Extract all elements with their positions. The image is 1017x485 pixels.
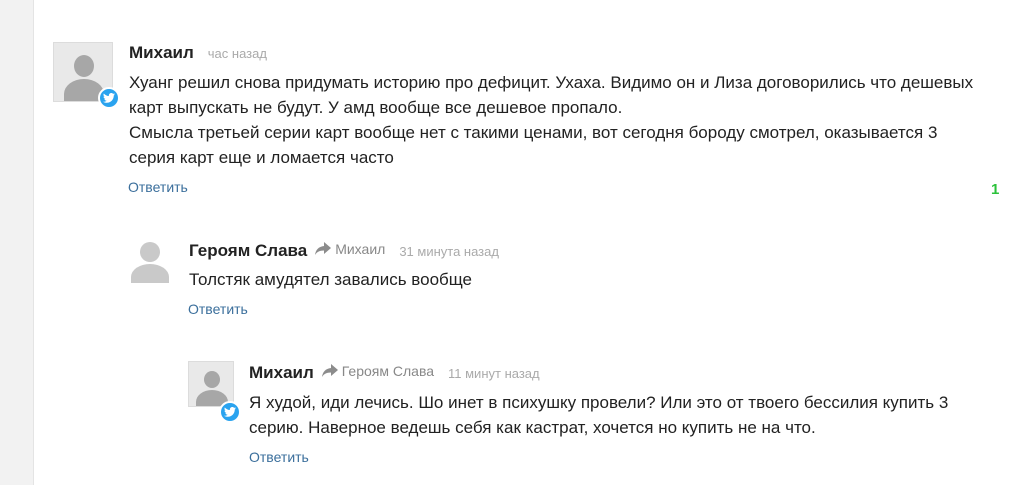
comment-meta: Михаил час назад [129,43,267,63]
reply-to-name: Михаил [335,241,386,257]
timestamp[interactable]: час назад [208,46,267,61]
avatar-image [128,239,172,283]
reply-button[interactable]: Ответить [128,179,188,195]
avatar[interactable] [128,239,172,283]
comment-line: серия карт еще и ломается часто [129,148,394,167]
comment: Героям Слава Михаил 31 минута назад Толс… [0,230,1017,330]
twitter-icon [219,401,241,423]
avatar[interactable] [53,42,120,109]
author-name[interactable]: Михаил [249,363,314,383]
comment-text: Хуанг решил снова придумать историю про … [129,70,1009,170]
reply-to[interactable]: Михаил [315,241,385,257]
comment-meta: Михаил Героям Слава 11 минут назад [249,363,540,383]
reply-to-name: Героям Слава [341,363,435,379]
avatar[interactable] [188,361,241,423]
reply-button[interactable]: Ответить [188,301,248,317]
author-name[interactable]: Героям Слава [189,241,307,261]
comment-line: Я худой, иди лечись. Шо инет в психушку … [249,393,949,412]
reply-button[interactable]: Ответить [249,449,309,465]
comment-line: Хуанг решил снова придумать историю про … [129,73,974,92]
comment-text: Толстяк амудятел завались вообще [189,267,989,292]
twitter-icon [98,87,120,109]
reply-arrow-icon [315,242,332,255]
comment: Михаил час назад Хуанг решил снова приду… [0,0,1017,200]
comment-meta: Героям Слава Михаил 31 минута назад [189,241,499,261]
comment-line: серию. Наверное ведешь себя как кастрат,… [249,418,816,437]
comment: Михаил Героям Слава 11 минут назад Я худ… [0,350,1017,485]
comment-text: Я худой, иди лечись. Шо инет в психушку … [249,390,989,440]
like-count: 1 [991,181,1000,198]
avatar-image [188,361,234,407]
reply-arrow-icon [321,364,338,377]
reply-to[interactable]: Героям Слава [321,363,435,379]
timestamp[interactable]: 31 минута назад [399,244,499,259]
timestamp[interactable]: 11 минут назад [448,366,540,381]
author-name[interactable]: Михаил [129,43,194,63]
comment-line: карт выпускать не будут. У амд вообще вс… [129,98,623,117]
comment-line: Толстяк амудятел завались вообще [189,270,473,289]
comment-line: Смысла третьей серии карт вообще нет с т… [129,123,938,142]
